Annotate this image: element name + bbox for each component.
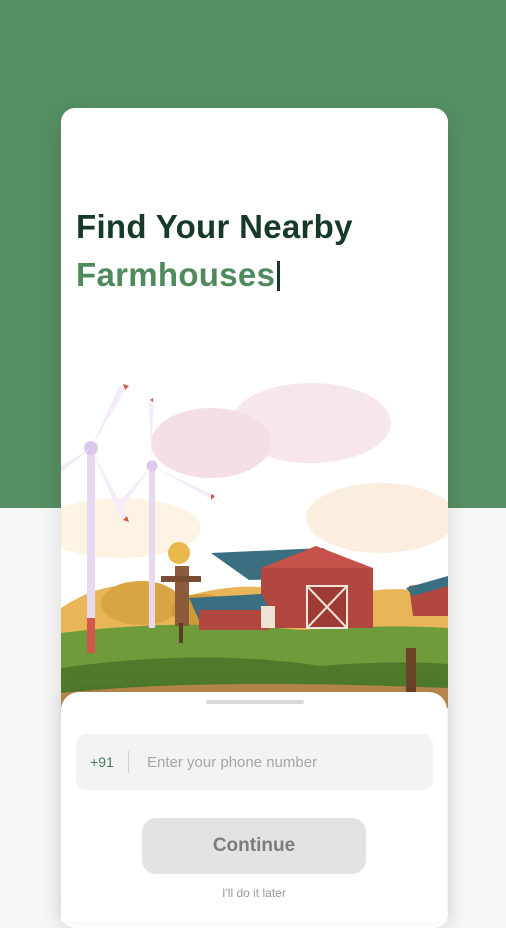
continue-button[interactable]: Continue <box>142 818 366 874</box>
phone-field: +91 <box>76 734 433 790</box>
country-code[interactable]: +91 <box>76 754 128 770</box>
skip-link[interactable]: I'll do it later <box>61 886 447 900</box>
typing-cursor <box>277 261 281 291</box>
drag-handle[interactable] <box>206 700 304 704</box>
farm-illustration <box>61 383 448 708</box>
page-title: Find Your Nearby Farmhouses <box>76 203 353 299</box>
phone-input[interactable] <box>129 752 433 772</box>
title-line-2: Farmhouses <box>76 256 276 293</box>
title-line-1: Find Your Nearby <box>76 208 353 245</box>
login-sheet: +91 Continue I'll do it later <box>61 692 447 922</box>
turbine-tower-2 <box>149 466 155 628</box>
scarecrow <box>175 566 189 626</box>
